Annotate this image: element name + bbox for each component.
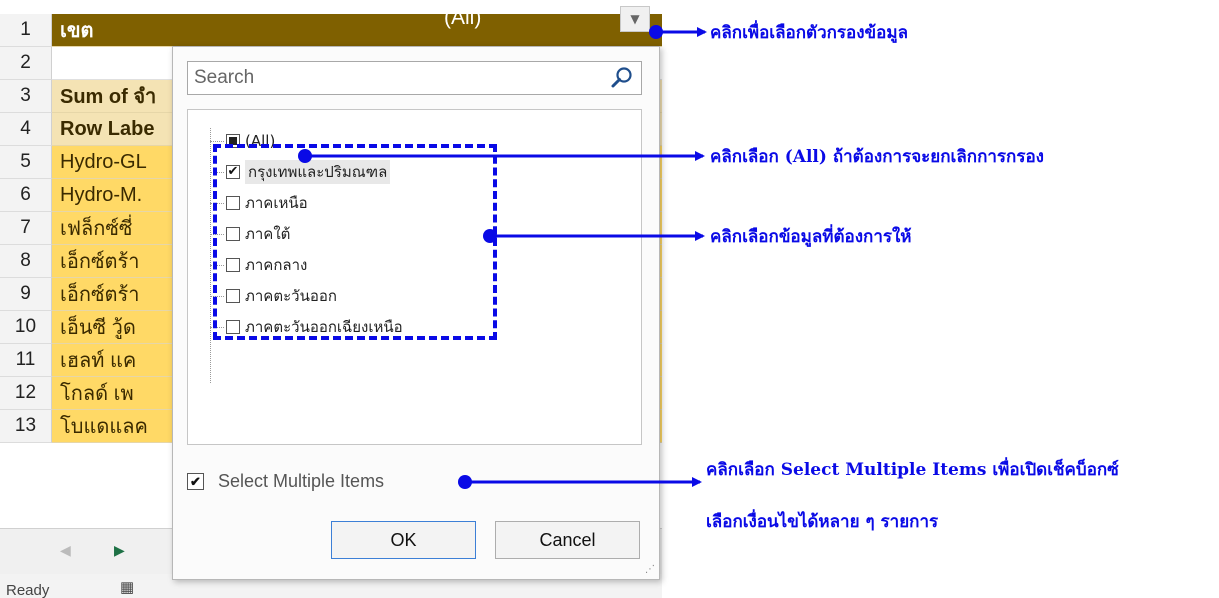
annotation-all: คลิกเลือก (All) ถ้าต้องการจะยกเลิกการกรอ… — [710, 147, 1044, 167]
annotation-items: คลิกเลือกข้อมูลที่ต้องการให้ — [710, 227, 912, 247]
annotation-multi-2: เลือกเงื่อนไขได้หลาย ๆ รายการ — [706, 512, 939, 532]
annotation-arrows — [298, 25, 707, 489]
annotation-multi-1: คลิกเลือก Select Multiple Items เพื่อเปิ… — [706, 460, 1119, 480]
annotation-filter: คลิกเพื่อเลือกตัวกรองข้อมูล — [710, 23, 909, 43]
